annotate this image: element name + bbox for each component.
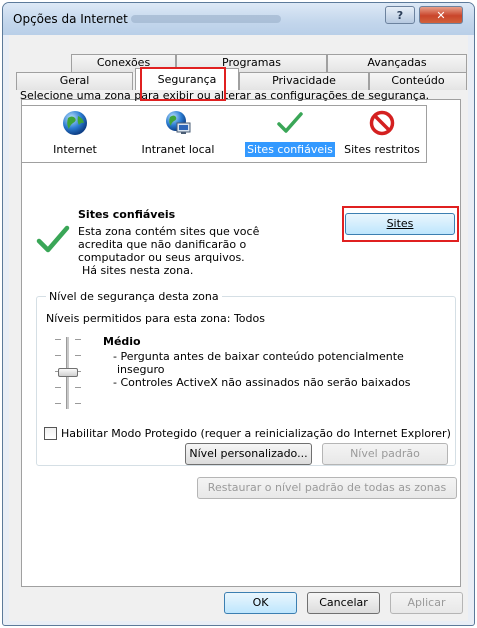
title-blur [131, 15, 281, 23]
description-line: acredita que não danificarão o [78, 238, 247, 251]
help-button[interactable]: ? [385, 6, 415, 24]
protected-mode-label: Habilitar Modo Protegido (requer a reini… [61, 427, 451, 440]
title-bar[interactable]: Opções da Internet ? ✕ [3, 3, 474, 35]
level-name: Médio [103, 335, 141, 348]
checkmark-icon [277, 112, 303, 133]
level-details: - Pergunta antes de baixar conteúdo pote… [113, 350, 411, 389]
slider-tick [55, 339, 61, 340]
window-title: Opções da Internet [13, 12, 128, 26]
zone-label: Intranet local [141, 143, 215, 156]
restore-all-zones-button[interactable]: Restaurar o nível padrão de todas as zon… [197, 477, 457, 499]
selected-zone-title: Sites confiáveis [78, 208, 176, 221]
zone-trusted-sites[interactable]: Sites confiáveis [242, 106, 338, 162]
tab-conteudo[interactable]: Conteúdo [369, 72, 467, 90]
description-line: Esta zona contém sites que você [78, 225, 260, 238]
description-line: Há sites nesta zona. [82, 264, 194, 277]
selected-zone-description: Esta zona contém sites que você acredita… [78, 225, 318, 277]
slider-tick [55, 355, 61, 356]
slider-tick [75, 387, 81, 388]
description-line: computador ou seus arquivos. [78, 251, 245, 264]
slider-tick [75, 403, 81, 404]
zone-label: Internet [53, 143, 97, 156]
zone-label: Sites restritos [344, 143, 420, 156]
zone-list: Internet Intranet local Sites confiáveis… [21, 105, 427, 163]
cancel-button[interactable]: Cancelar [307, 592, 380, 614]
tab-privacidade[interactable]: Privacidade [239, 72, 369, 90]
custom-level-button[interactable]: Nível personalizado... [185, 443, 312, 465]
zone-instruction: Selecione uma zona para exibir ou altera… [20, 89, 430, 102]
default-level-button[interactable]: Nível padrão [322, 443, 448, 465]
trusted-checkmark-icon [36, 225, 70, 253]
slider-tick [55, 387, 61, 388]
apply-button[interactable]: Aplicar [390, 592, 463, 614]
level-detail-line: - Pergunta antes de baixar conteúdo pote… [113, 350, 404, 363]
tab-avancadas[interactable]: Avançadas [327, 54, 467, 72]
restricted-icon [369, 110, 395, 136]
level-detail-line: inseguro [117, 363, 165, 376]
zone-restricted-sites[interactable]: Sites restritos [334, 106, 430, 162]
tab-seguranca[interactable]: Segurança [135, 68, 239, 90]
globe-icon [63, 111, 87, 135]
zone-internet[interactable]: Internet [32, 106, 118, 162]
close-button[interactable]: ✕ [419, 6, 463, 24]
sites-button[interactable]: Sites [345, 213, 455, 235]
protected-mode-row[interactable]: Habilitar Modo Protegido (requer a reini… [44, 427, 451, 440]
allowed-levels: Níveis permitidos para esta zona: Todos [46, 312, 265, 325]
slider-tick [75, 355, 81, 356]
security-slider-thumb[interactable] [58, 368, 78, 377]
slider-tick [75, 339, 81, 340]
protected-mode-checkbox[interactable] [44, 427, 57, 440]
ok-button[interactable]: OK [224, 592, 297, 614]
level-detail-line: - Controles ActiveX não assinados não se… [113, 376, 411, 389]
zone-label: Sites confiáveis [245, 142, 335, 157]
security-level-title: Nível de segurança desta zona [46, 290, 222, 303]
zone-intranet[interactable]: Intranet local [128, 106, 228, 162]
tab-geral[interactable]: Geral [16, 72, 133, 90]
intranet-icon [166, 111, 191, 134]
slider-tick [55, 403, 61, 404]
